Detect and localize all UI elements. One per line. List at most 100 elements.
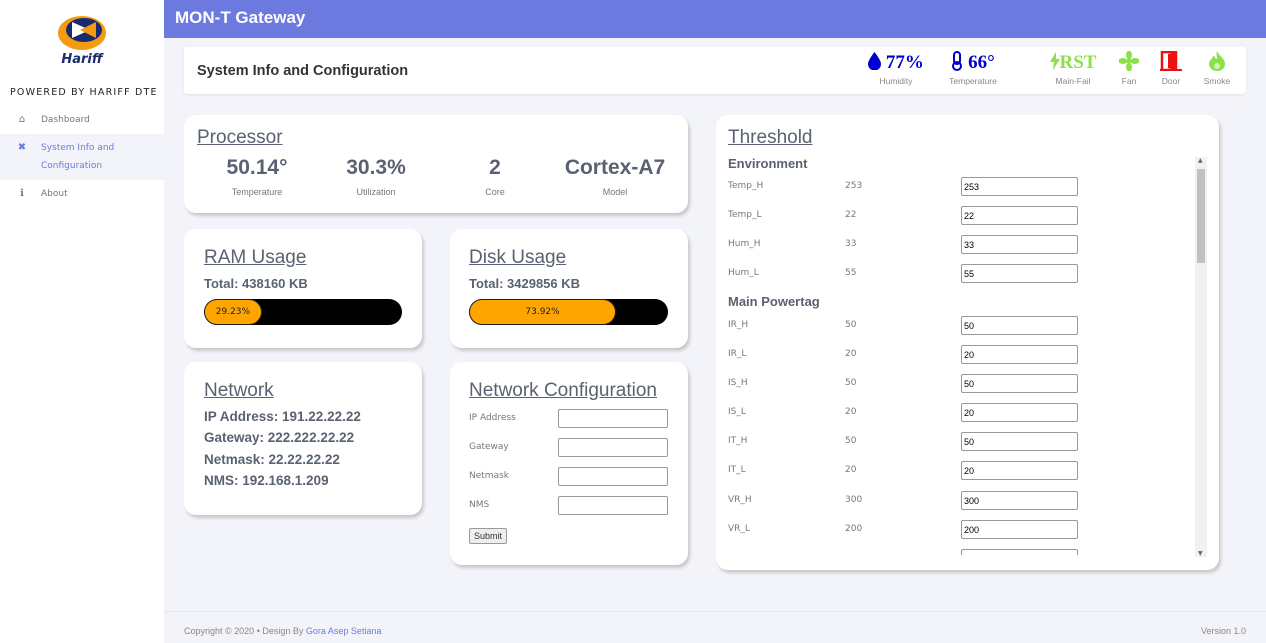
threshold-current: 22: [845, 210, 857, 220]
top-bar: MON-T Gateway: [164, 0, 1266, 38]
processor-utilization-value: 30.3%: [346, 156, 406, 179]
humidity-value: 77%: [885, 52, 924, 73]
processor-temperature-value: 50.14°: [226, 156, 288, 179]
nms-input[interactable]: [558, 496, 668, 515]
threshold-row-hum-h: Hum_H 33: [728, 235, 1108, 255]
page-title: System Info and Configuration: [197, 63, 409, 79]
logo-text: Hariff: [61, 52, 104, 66]
threshold-input-vr-h[interactable]: [961, 491, 1078, 510]
disk-percent: 73.92%: [525, 307, 560, 317]
sidebar-item-label: System Info and Configuration: [41, 143, 115, 171]
threshold-row-hum-l: Hum_L 55: [728, 264, 1108, 284]
processor-temperature: 50.14° Temperature: [204, 156, 310, 197]
sidebar-item-label: Dashboard: [41, 115, 90, 125]
threshold-title: Threshold: [728, 127, 813, 148]
threshold-current: 50: [845, 320, 857, 330]
submit-button[interactable]: Submit: [469, 528, 508, 544]
gateway-label: Gateway: [469, 442, 509, 452]
threshold-scroll-area[interactable]: Environment Temp_H 253 Temp_L 22 Hum_H 3…: [728, 155, 1208, 555]
smoke-status: Smoke: [1200, 51, 1234, 87]
version: Version 1.0: [1200, 626, 1246, 636]
processor-title: Processor: [197, 127, 283, 148]
sidebar-item-about[interactable]: ℹ About: [0, 180, 164, 208]
disk-card: Disk Usage Total: 3429856 KB 73.92%: [450, 229, 688, 348]
copyright: Copyright © 2020 • Design By Gora Asep S…: [184, 626, 381, 636]
nms-label: NMS: [469, 500, 490, 510]
ram-total: Total: 438160 KB: [204, 276, 308, 291]
threshold-name: Hum_H: [728, 239, 761, 249]
disk-total: Total: 3429856 KB: [469, 276, 581, 291]
fan-label: Fan: [1121, 76, 1137, 86]
footer-separator: •: [256, 626, 260, 636]
scroll-down-icon[interactable]: ▼: [1198, 550, 1203, 557]
threshold-input-hum-h[interactable]: [961, 235, 1078, 254]
gateway-row: Gateway: [469, 438, 669, 458]
threshold-input-it-h[interactable]: [961, 432, 1078, 451]
threshold-input-next[interactable]: [961, 549, 1078, 555]
home-icon: ⌂: [18, 114, 26, 125]
network-nms: NMS: 192.168.1.209: [204, 473, 329, 488]
netmask-input[interactable]: [558, 467, 668, 486]
threshold-row-it-l: IT_L 20: [728, 461, 1108, 481]
threshold-row-vr-h: VR_H 300: [728, 491, 1108, 511]
processor-model: Cortex-A7 Model: [554, 156, 676, 197]
author-link[interactable]: Gora Asep Setiana: [306, 626, 382, 636]
door-status: Door: [1156, 50, 1186, 87]
threshold-current: 200: [845, 524, 863, 534]
smoke-label: Smoke: [1203, 76, 1231, 86]
threshold-input-ir-h[interactable]: [961, 316, 1078, 335]
door-label: Door: [1161, 76, 1181, 86]
sidebar-item-label: About: [41, 189, 68, 199]
temperature-label: Temperature: [949, 76, 997, 86]
sidebar-item-system-info[interactable]: ✖ System Info and Configuration: [0, 134, 164, 180]
ip-address-input[interactable]: [558, 409, 668, 428]
copyright-text: Copyright © 2020: [184, 626, 255, 636]
threshold-name: Temp_L: [728, 210, 762, 220]
threshold-current: 50: [845, 436, 857, 446]
hariff-logo[interactable]: Hariff: [50, 8, 114, 67]
sidebar-item-dashboard[interactable]: ⌂ Dashboard: [0, 106, 164, 134]
ram-card: RAM Usage Total: 438160 KB 29.23%: [184, 229, 422, 348]
threshold-input-temp-l[interactable]: [961, 206, 1078, 225]
gateway-input[interactable]: [558, 438, 668, 457]
processor-core: 2 Core: [442, 156, 548, 197]
threshold-current: 50: [845, 378, 857, 388]
threshold-input-it-l[interactable]: [961, 461, 1078, 480]
network-card: Network IP Address: 191.22.22.22 Gateway…: [184, 362, 422, 515]
threshold-scrollbar[interactable]: ▲ ▼: [1195, 157, 1207, 557]
threshold-name: VR_H: [728, 495, 752, 505]
door-icon: [1160, 50, 1182, 72]
threshold-input-is-l[interactable]: [961, 403, 1078, 422]
threshold-row-temp-l: Temp_L 22: [728, 206, 1108, 226]
scrollbar-thumb[interactable]: [1197, 169, 1205, 263]
threshold-input-ir-l[interactable]: [961, 345, 1078, 364]
threshold-current: 33: [845, 239, 857, 249]
footer: Copyright © 2020 • Design By Gora Asep S…: [164, 611, 1266, 643]
threshold-current: 253: [845, 181, 863, 191]
scroll-up-icon[interactable]: ▲: [1198, 157, 1203, 164]
threshold-name: Temp_H: [728, 181, 764, 191]
threshold-input-vr-l[interactable]: [961, 520, 1078, 539]
sidebar: Hariff POWERED BY HARIFF DTE ⌂ Dashboard…: [0, 0, 164, 643]
threshold-name: IT_H: [728, 436, 748, 446]
processor-model-label: Model: [602, 187, 628, 197]
network-ip: IP Address: 191.22.22.22: [204, 409, 361, 424]
fan-status: Fan: [1114, 50, 1144, 87]
threshold-input-hum-l[interactable]: [961, 264, 1078, 283]
ram-title: RAM Usage: [204, 247, 307, 268]
ram-progress-bar: 29.23%: [204, 299, 402, 325]
processor-card: Processor 50.14° Temperature 30.3% Utili…: [184, 115, 688, 213]
processor-model-value: Cortex-A7: [564, 156, 666, 179]
threshold-input-temp-h[interactable]: [961, 177, 1078, 196]
threshold-card: Threshold Environment Temp_H 253 Temp_L …: [716, 115, 1219, 570]
main-fail-status: RST Main-Fail: [1046, 51, 1100, 87]
threshold-current: 300: [845, 495, 863, 505]
threshold-name: VR_L: [728, 524, 750, 534]
threshold-row-ir-h: IR_H 50: [728, 316, 1108, 336]
fire-icon: [1209, 51, 1225, 71]
environment-heading: Environment: [728, 156, 808, 171]
temperature-value: 66°: [968, 52, 995, 73]
processor-core-value: 2: [489, 156, 501, 179]
threshold-input-is-h[interactable]: [961, 374, 1078, 393]
nms-row: NMS: [469, 496, 669, 516]
